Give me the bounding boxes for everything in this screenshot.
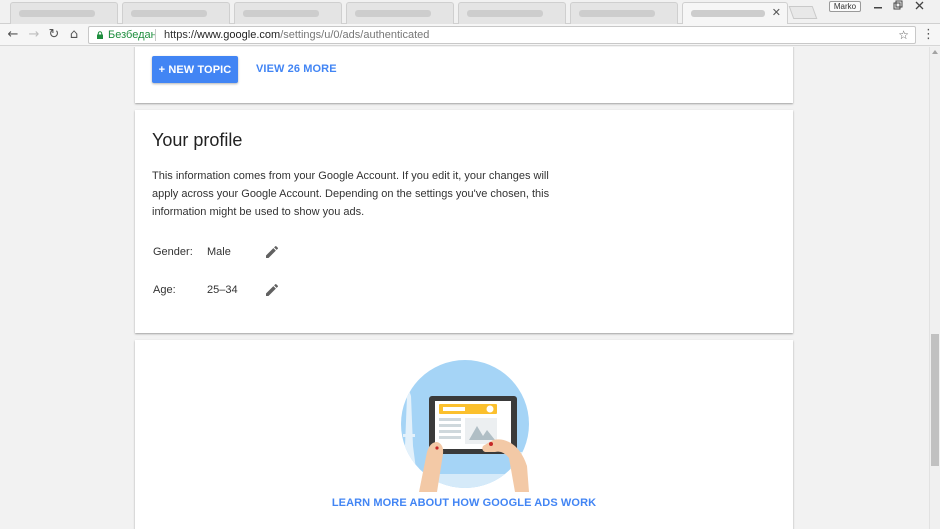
browser-menu-icon[interactable]: ⋮ <box>922 27 935 43</box>
view-more-link[interactable]: VIEW 26 MORE <box>256 56 337 83</box>
profile-name-badge[interactable]: Marko <box>829 1 861 12</box>
page-scrollbar[interactable] <box>929 47 940 529</box>
browser-tab[interactable] <box>234 2 342 24</box>
toolbar: ← → ↻ ⌂ Безбедан https://www.google.com/… <box>0 24 940 46</box>
browser-tab[interactable] <box>458 2 566 24</box>
lock-icon <box>97 31 103 39</box>
scroll-up-arrow-icon[interactable] <box>932 50 938 54</box>
url-scheme: https:// <box>164 29 198 41</box>
learn-more-link[interactable]: LEARN MORE ABOUT HOW GOOGLE ADS WORK <box>135 497 793 509</box>
browser-tab[interactable] <box>570 2 678 24</box>
reload-icon[interactable]: ↻ <box>46 27 62 43</box>
tablet-ads-illustration <box>401 360 529 492</box>
page-viewport: + NEW TOPIC VIEW 26 MORE Your profile Th… <box>0 47 929 529</box>
browser-tab[interactable] <box>122 2 230 24</box>
restore-icon[interactable] <box>889 0 905 12</box>
tab-strip: ✕ Marko <box>0 0 940 24</box>
back-icon[interactable]: ← <box>5 27 21 43</box>
age-label: Age: <box>153 284 176 296</box>
browser-tab-active[interactable]: ✕ <box>682 2 788 24</box>
forward-icon[interactable]: → <box>26 27 42 43</box>
browser-tab[interactable] <box>10 2 118 24</box>
profile-title: Your profile <box>152 130 243 150</box>
secure-label: Безбедан <box>108 29 157 41</box>
address-bar[interactable]: Безбедан https://www.google.com/settings… <box>88 26 916 44</box>
close-icon[interactable] <box>912 0 928 12</box>
url-separator <box>155 29 156 41</box>
gender-value: Male <box>207 246 231 258</box>
minimize-icon[interactable] <box>870 0 886 12</box>
url-host: www.google.com <box>197 29 281 41</box>
new-tab-button[interactable] <box>788 6 818 19</box>
profile-card: Your profile This information comes from… <box>135 110 793 333</box>
tab-close-icon[interactable]: ✕ <box>772 6 781 19</box>
scrollbar-thumb[interactable] <box>931 334 939 466</box>
topics-card: + NEW TOPIC VIEW 26 MORE <box>135 47 793 103</box>
url-path: /settings/u/0/ads/authenticated <box>280 29 430 41</box>
bookmark-star-icon[interactable]: ☆ <box>898 27 909 43</box>
edit-age-button[interactable] <box>264 282 280 298</box>
learn-more-card: LEARN MORE ABOUT HOW GOOGLE ADS WORK <box>135 340 793 529</box>
pencil-icon <box>266 245 279 258</box>
age-value: 25–34 <box>207 284 238 296</box>
pencil-icon <box>266 283 279 296</box>
url-text: https://www.google.com/settings/u/0/ads/… <box>164 27 429 43</box>
profile-description: This information comes from your Google … <box>152 170 550 218</box>
gender-label: Gender: <box>153 246 193 258</box>
home-icon[interactable]: ⌂ <box>66 27 82 43</box>
new-topic-button[interactable]: + NEW TOPIC <box>152 56 238 83</box>
edit-gender-button[interactable] <box>264 244 280 260</box>
browser-tab[interactable] <box>346 2 454 24</box>
